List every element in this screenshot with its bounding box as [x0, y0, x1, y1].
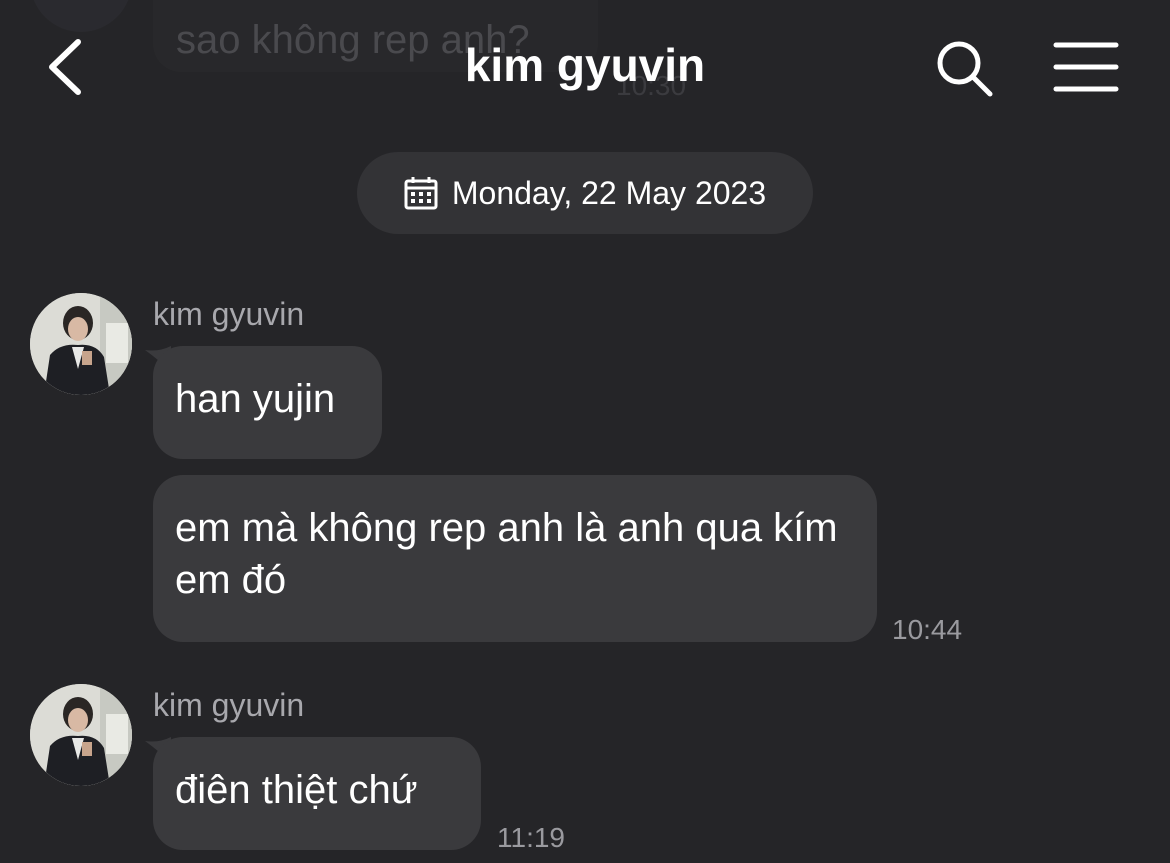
- avatar[interactable]: [30, 293, 132, 395]
- search-icon: [937, 41, 993, 97]
- back-button[interactable]: [36, 32, 100, 102]
- message-bubble[interactable]: han yujin: [153, 346, 382, 459]
- search-button[interactable]: [932, 36, 998, 102]
- sender-name: kim gyuvin: [153, 687, 305, 723]
- message-bubble[interactable]: em mà không rep anh là anh qua kím em đó: [153, 475, 877, 642]
- message-time: 10:44: [892, 614, 963, 645]
- chevron-left-icon: [49, 39, 81, 95]
- message-bubble[interactable]: điên thiệt chứ: [153, 737, 481, 850]
- sender-name: kim gyuvin: [153, 296, 305, 332]
- chat-header: kim gyuvin: [0, 0, 1170, 130]
- message-time: 11:19: [497, 822, 565, 853]
- message-text: han yujin: [175, 377, 336, 421]
- avatar-photo: [30, 684, 132, 786]
- avatar[interactable]: [30, 684, 132, 786]
- avatar-photo: [30, 293, 132, 395]
- calendar-icon: [404, 177, 438, 210]
- menu-button[interactable]: [1050, 38, 1122, 96]
- message-text: em mà không rep anh là anh qua kím em đó: [175, 506, 838, 602]
- message-text: điên thiệt chứ: [175, 768, 418, 812]
- hamburger-menu-icon: [1053, 42, 1119, 92]
- date-divider: Monday, 22 May 2023: [357, 152, 813, 234]
- chat-screen: sao không rep anh? 10:30 kim gyuvin Mond…: [0, 0, 1170, 863]
- date-label: Monday, 22 May 2023: [451, 174, 767, 211]
